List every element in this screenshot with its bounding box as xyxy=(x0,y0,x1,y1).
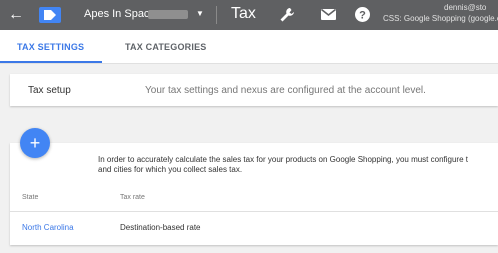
state-link-north-carolina[interactable]: North Carolina xyxy=(22,223,74,232)
column-header-state: State xyxy=(22,194,39,201)
table-divider xyxy=(10,211,498,212)
tax-rate-value: Destination-based rate xyxy=(120,223,201,232)
column-header-tax-rate: Tax rate xyxy=(120,194,145,201)
svg-text:?: ? xyxy=(359,10,366,22)
tax-setup-description: Your tax settings and nexus are configur… xyxy=(145,85,426,96)
mail-icon[interactable] xyxy=(321,9,336,20)
account-name[interactable]: Apes In Space xyxy=(84,8,156,20)
user-css-label: CSS: Google Shopping (google.c xyxy=(383,14,498,23)
top-app-bar: ← Apes In Space ▼ Tax ? dennis@sto CSS: … xyxy=(0,0,498,30)
tag-icon xyxy=(44,10,56,20)
tab-bar: TAX SETTINGS TAX CATEGORIES xyxy=(0,30,498,64)
active-tab-indicator xyxy=(0,61,102,63)
header-divider xyxy=(216,6,217,24)
wrench-icon[interactable] xyxy=(279,7,295,23)
help-icon[interactable]: ? xyxy=(355,7,370,22)
tax-setup-card: Tax setup Your tax settings and nexus ar… xyxy=(10,74,498,106)
tax-setup-label: Tax setup xyxy=(28,85,71,96)
user-email[interactable]: dennis@sto xyxy=(444,3,486,12)
account-id-redacted xyxy=(148,10,188,19)
nexus-info-line-1: In order to accurately calculate the sal… xyxy=(98,155,468,164)
account-dropdown-caret-icon[interactable]: ▼ xyxy=(196,9,204,18)
tab-tax-settings[interactable]: TAX SETTINGS xyxy=(17,42,84,52)
back-arrow-icon[interactable]: ← xyxy=(8,5,24,25)
nexus-info-line-2: and cities for which you collect sales t… xyxy=(98,165,243,174)
tab-tax-categories[interactable]: TAX CATEGORIES xyxy=(125,42,206,52)
merchant-center-logo-icon[interactable] xyxy=(39,7,61,23)
page-title: Tax xyxy=(231,5,256,22)
nexus-info-text: In order to accurately calculate the sal… xyxy=(98,155,468,175)
add-state-button[interactable]: + xyxy=(20,128,50,158)
